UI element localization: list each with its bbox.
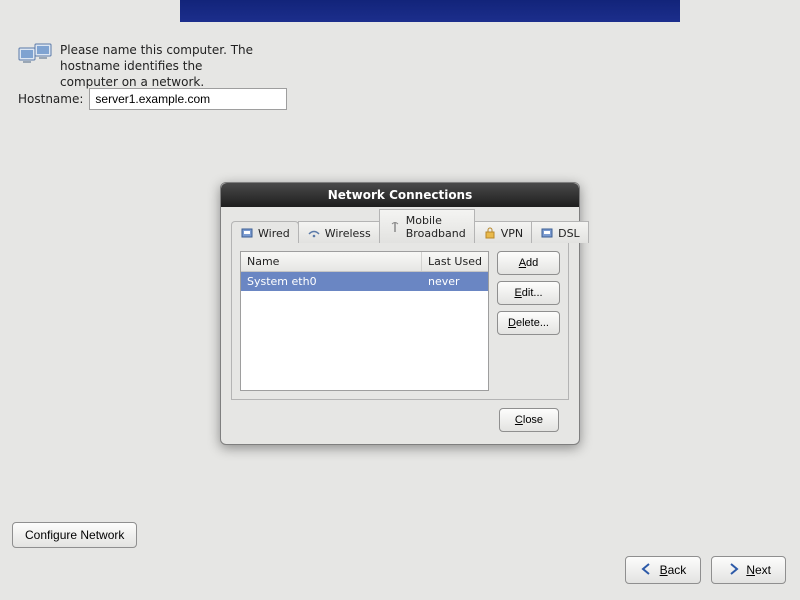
connection-name: System eth0 bbox=[241, 272, 422, 291]
nav-buttons: Back Next bbox=[625, 556, 786, 584]
tab-label: VPN bbox=[501, 227, 523, 240]
arrow-left-icon bbox=[640, 562, 654, 579]
add-button[interactable]: Add bbox=[497, 251, 560, 275]
column-name[interactable]: Name bbox=[241, 252, 422, 271]
configure-network-area: Configure Network bbox=[12, 522, 137, 548]
ethernet-icon bbox=[240, 226, 254, 240]
list-item[interactable]: System eth0 never bbox=[241, 272, 488, 291]
tab-wireless[interactable]: Wireless bbox=[298, 221, 380, 243]
connection-last-used: never bbox=[422, 272, 488, 291]
connection-list[interactable]: Name Last Used System eth0 never bbox=[240, 251, 489, 391]
ethernet-icon bbox=[540, 226, 554, 240]
next-button[interactable]: Next bbox=[711, 556, 786, 584]
hostname-label: Hostname: bbox=[18, 92, 83, 106]
tabs-strip: Wired Wireless Mobile Broadband VPN DSL bbox=[231, 217, 569, 243]
column-last-used[interactable]: Last Used bbox=[422, 252, 488, 271]
hostname-instruction: Please name this computer. The hostname … bbox=[60, 42, 260, 91]
tab-label: DSL bbox=[558, 227, 580, 240]
tab-mobile-broadband[interactable]: Mobile Broadband bbox=[379, 209, 475, 243]
edit-button[interactable]: Edit... bbox=[497, 281, 560, 305]
tab-label: Mobile Broadband bbox=[406, 214, 466, 240]
hostname-input[interactable] bbox=[89, 88, 287, 110]
lock-icon bbox=[483, 226, 497, 240]
tab-dsl[interactable]: DSL bbox=[531, 221, 589, 243]
network-connections-dialog: Network Connections Wired Wireless Mobil… bbox=[220, 182, 580, 445]
dialog-title: Network Connections bbox=[221, 183, 579, 207]
antenna-icon bbox=[388, 220, 402, 234]
hostname-row: Hostname: bbox=[18, 88, 287, 110]
tab-wired[interactable]: Wired bbox=[231, 221, 299, 243]
list-header: Name Last Used bbox=[241, 252, 488, 272]
back-button[interactable]: Back bbox=[625, 556, 702, 584]
close-button[interactable]: Close bbox=[499, 408, 559, 432]
installer-banner bbox=[180, 0, 680, 22]
tab-label: Wireless bbox=[325, 227, 371, 240]
tab-content-wired: Name Last Used System eth0 never Add Edi… bbox=[231, 243, 569, 400]
delete-button[interactable]: Delete... bbox=[497, 311, 560, 335]
side-buttons: Add Edit... Delete... bbox=[497, 251, 560, 391]
arrow-right-icon bbox=[726, 562, 740, 579]
tab-vpn[interactable]: VPN bbox=[474, 221, 532, 243]
computer-icon bbox=[18, 42, 52, 73]
wifi-icon bbox=[307, 226, 321, 240]
tab-label: Wired bbox=[258, 227, 290, 240]
hostname-header: Please name this computer. The hostname … bbox=[18, 42, 260, 91]
dialog-footer: Close bbox=[231, 400, 569, 432]
configure-network-button[interactable]: Configure Network bbox=[12, 522, 137, 548]
